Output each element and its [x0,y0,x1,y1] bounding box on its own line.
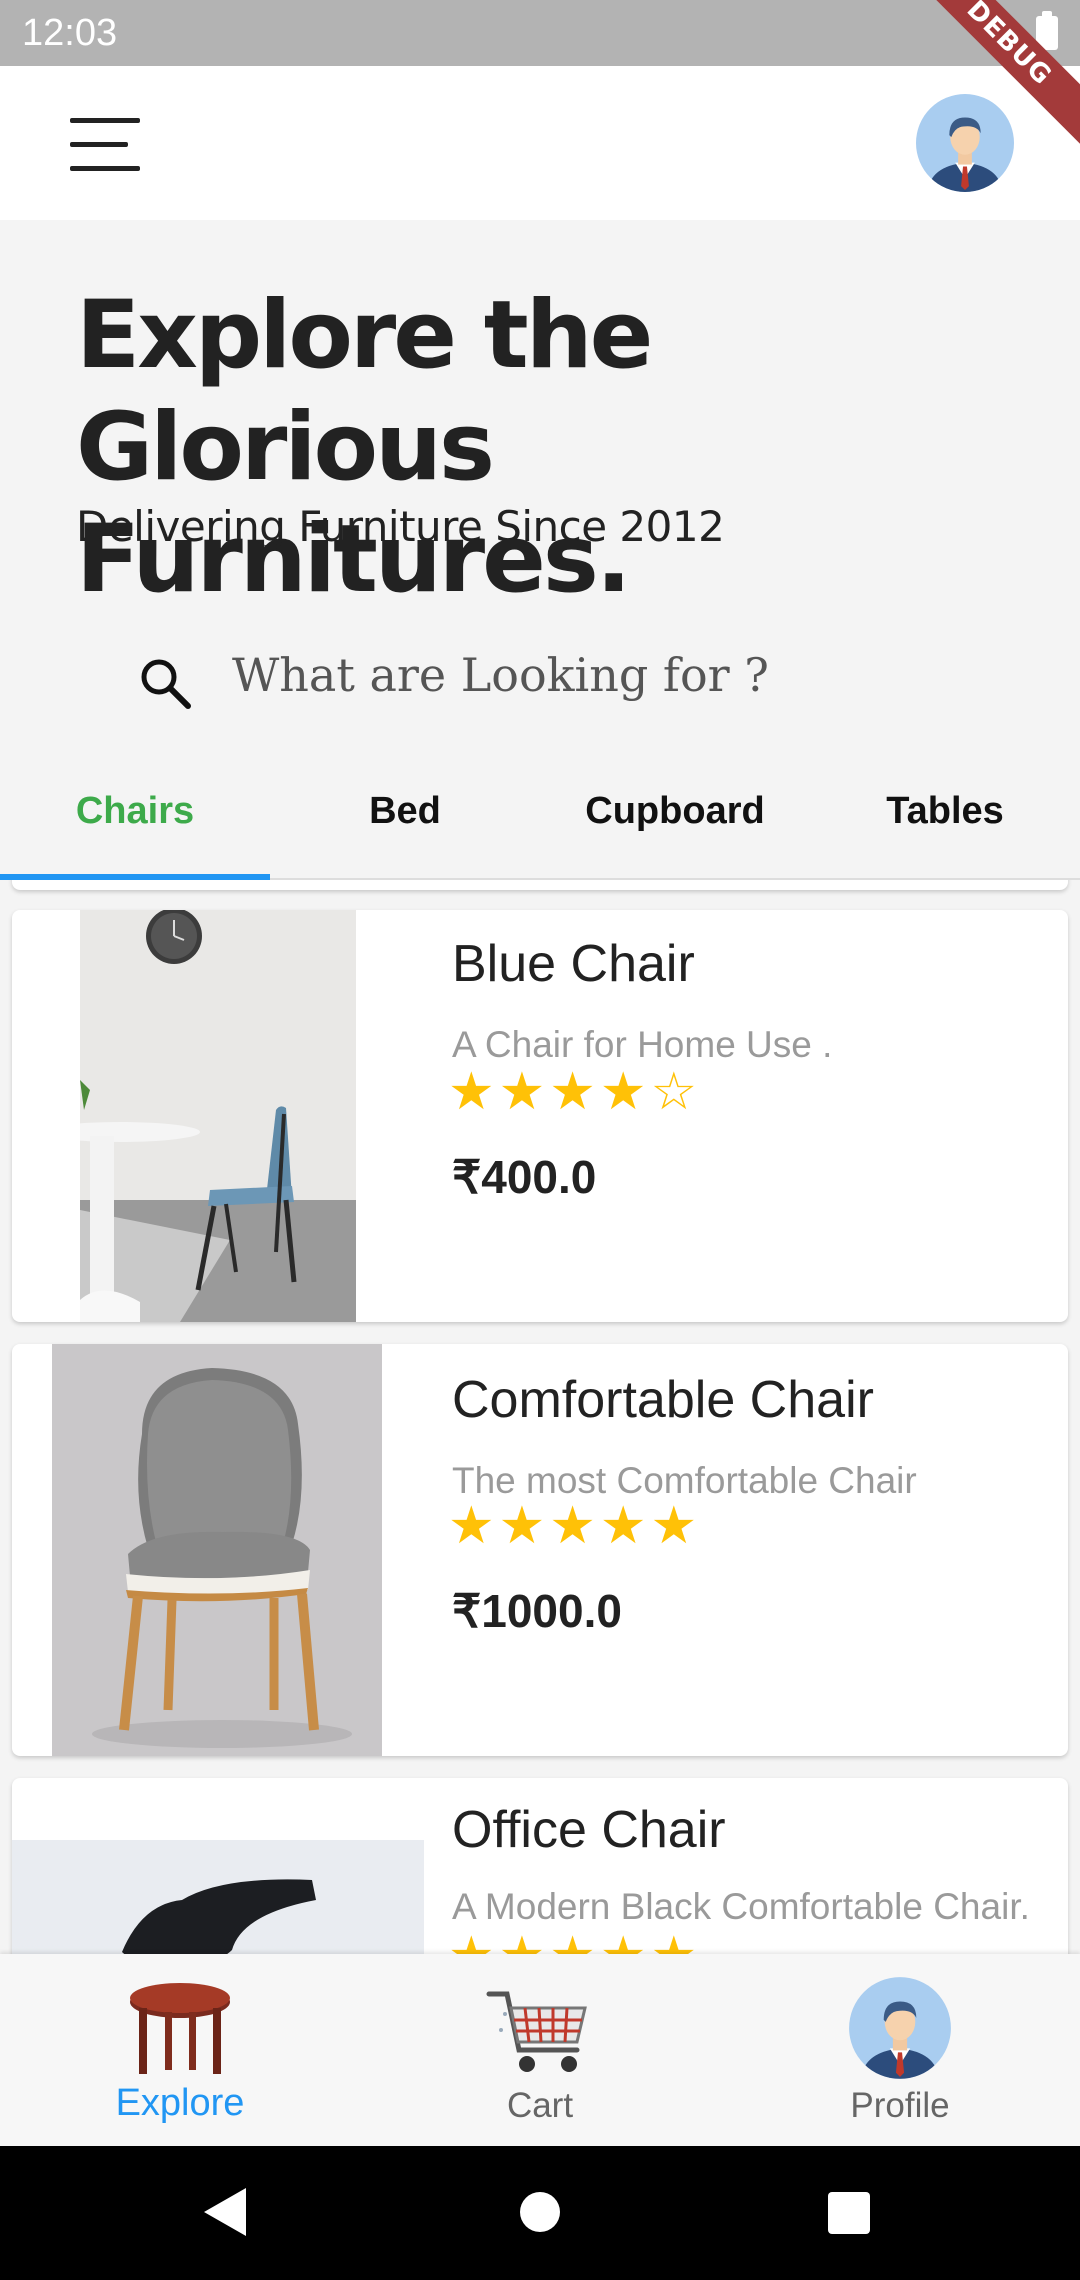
product-card[interactable]: Comfortable Chair The most Comfortable C… [12,1344,1068,1756]
back-icon[interactable] [202,2186,248,2238]
rating-stars: ★★★★☆ [448,1063,702,1121]
product-description: A Modern Black Comfortable Chair. [452,1886,1030,1927]
product-image [52,1344,382,1756]
product-name: Blue Chair [452,935,695,993]
product-price: ₹400.0 [452,1151,597,1203]
product-price: ₹1000.0 [452,1585,622,1637]
system-navigation-bar [0,2146,1080,2280]
category-tabs: Chairs Bed Cupboard Tables [0,770,1080,880]
nav-profile[interactable]: Profile [720,1954,1080,2146]
product-card[interactable]: Office Chair A Modern Black Comfortable … [12,1778,1068,1954]
product-list[interactable]: Blue Chair A Chair for Home Use . ★★★★☆ … [0,880,1080,1954]
status-bar: 12:03 [0,0,1080,66]
nav-explore-label: Explore [115,2082,245,2124]
rating-stars: ★★★★★ [448,1930,701,1954]
menu-icon[interactable] [70,118,140,174]
product-description: The most Comfortable Chair [452,1460,917,1501]
app-bar [0,66,1080,220]
status-time: 12:03 [22,12,118,54]
product-name: Office Chair [452,1801,726,1859]
nav-cart-label: Cart [506,2086,574,2125]
profile-avatar-icon [849,1977,951,2079]
product-image [12,1840,424,1954]
nav-explore[interactable]: Explore [0,1954,360,2146]
user-avatar-icon[interactable] [916,94,1014,192]
product-image [80,910,356,1322]
page-title: Explore the Glorious Furnitures. [76,281,653,614]
recent-apps-icon[interactable] [828,2192,870,2234]
product-description: A Chair for Home Use . [452,1024,833,1065]
page-subtitle: Delivering Furniture Since 2012 [76,502,725,551]
tab-bed[interactable]: Bed [270,770,540,878]
tab-tables[interactable]: Tables [810,770,1080,878]
bottom-navigation: Explore Cart Profile [0,1954,1080,2146]
search-input[interactable] [232,640,1012,710]
nav-profile-label: Profile [850,2086,950,2125]
product-card-partial [12,880,1068,890]
table-icon [130,1983,230,2074]
product-name: Comfortable Chair [452,1371,874,1429]
search-icon [141,659,191,709]
product-card[interactable]: Blue Chair A Chair for Home Use . ★★★★☆ … [12,910,1068,1322]
tab-cupboard[interactable]: Cupboard [540,770,810,878]
nav-cart[interactable]: Cart [360,1954,720,2146]
home-icon[interactable] [520,2192,560,2232]
cart-icon [486,1991,587,2072]
app-screen: 12:03 DEBUG Explore the Glorious Furnitu… [0,0,1080,2280]
tab-chairs[interactable]: Chairs [0,770,270,878]
rating-stars: ★★★★★ [448,1497,702,1555]
